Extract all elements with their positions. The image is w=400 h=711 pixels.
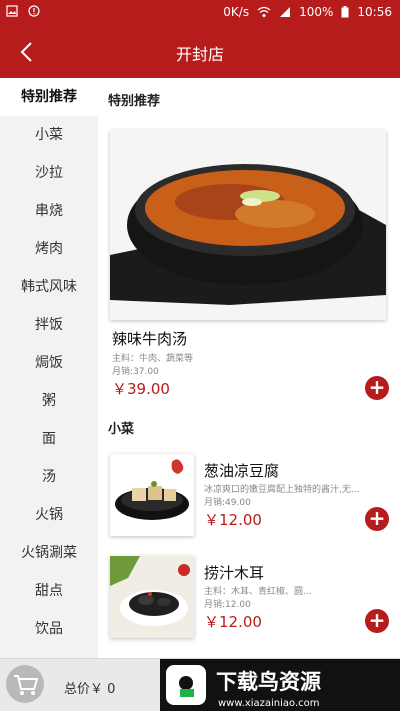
gallery-icon [6, 5, 18, 17]
sidebar-item-porridge[interactable]: 粥 [0, 382, 98, 420]
page-title: 开封店 [175, 45, 224, 64]
watermark-logo: 下载鸟资源 www.xiazainiao.com [160, 659, 400, 711]
dish-price: ￥12.00 [204, 511, 262, 529]
clock: 10:56 [357, 5, 392, 19]
sidebar-item-skewers[interactable]: 串烧 [0, 192, 98, 230]
plus-icon: + [368, 375, 386, 399]
total-price: 总价￥ 0 [64, 682, 116, 697]
featured-item-name: 辣味牛肉汤 [112, 330, 188, 348]
wifi-icon [257, 6, 271, 17]
spicy-beef-soup-image [110, 130, 386, 320]
status-bar: 0K/s 100% 10:56 [0, 0, 400, 26]
brand-name: 下载鸟资源 [216, 670, 321, 694]
sidebar-item-noodles[interactable]: 面 [0, 420, 98, 458]
featured-item-price: ￥39.00 [112, 380, 170, 398]
featured-item-ingredients: 主料：牛肉、蔬菜等 [112, 354, 194, 364]
plus-icon: + [368, 506, 386, 530]
add-to-cart-button[interactable]: + [365, 376, 389, 400]
cart-bar: 总价￥ 0 下载鸟资源 www.xiazainiao.com [0, 658, 400, 711]
network-speed: 0K/s [223, 5, 250, 19]
sidebar-item-soup[interactable]: 汤 [0, 458, 98, 496]
add-to-cart-button[interactable]: + [365, 609, 389, 633]
add-to-cart-button[interactable]: + [365, 507, 389, 531]
featured-dish-image[interactable] [110, 130, 386, 320]
dish-name: 葱油凉豆腐 [204, 462, 280, 480]
category-sidebar: 特别推荐 小菜 沙拉 串烧 烤肉 韩式风味 拌饭 焗饭 粥 面 汤 火锅 火锅涮… [0, 78, 98, 658]
shopping-cart-icon [14, 675, 39, 695]
signal-icon [280, 7, 291, 17]
alert-icon [28, 5, 40, 17]
section-title-featured: 特别推荐 [108, 94, 161, 109]
dish-description: 冰凉爽口的嫩豆腐配上独特的酱汁,无... [204, 485, 360, 495]
featured-item-sales: 月销:37.00 [112, 367, 159, 377]
sidebar-item-desserts[interactable]: 甜点 [0, 572, 98, 610]
dish-image-tofu[interactable] [110, 454, 194, 536]
dish-sales: 月销:49.00 [204, 498, 251, 508]
sidebar-item-bibimbap[interactable]: 拌饭 [0, 306, 98, 344]
dish-image-wood-ear[interactable] [110, 556, 194, 638]
tofu-dish-image [110, 454, 194, 536]
wood-ear-dish-image [110, 556, 194, 638]
section-title-side-dishes: 小菜 [108, 422, 135, 437]
dish-description: 主料：木耳、青红椒、圆... [204, 587, 312, 597]
sidebar-item-hotpot-sides[interactable]: 火锅涮菜 [0, 534, 98, 572]
cart-button[interactable] [6, 665, 44, 703]
sidebar-item-hotpot[interactable]: 火锅 [0, 496, 98, 534]
sidebar-item-bbq[interactable]: 烤肉 [0, 230, 98, 268]
sidebar-item-drinks[interactable]: 饮品 [0, 610, 98, 648]
battery-icon [341, 6, 349, 18]
battery-level: 100% [299, 5, 334, 19]
dish-name: 捞汁木耳 [204, 564, 265, 582]
dish-price: ￥12.00 [204, 613, 262, 631]
dish-sales: 月销:12.00 [204, 600, 251, 610]
sidebar-item-korean[interactable]: 韩式风味 [0, 268, 98, 306]
app-header: 开封店 [0, 26, 400, 78]
menu-content: 特别推荐 辣味牛肉汤 主料：牛肉、蔬菜等 月销:37.00 ￥39.00 + 小… [98, 78, 400, 658]
sidebar-item-side-dishes[interactable]: 小菜 [0, 116, 98, 154]
sidebar-item-salad[interactable]: 沙拉 [0, 154, 98, 192]
sidebar-item-featured[interactable]: 特别推荐 [0, 78, 98, 116]
sidebar-item-baked-rice[interactable]: 焗饭 [0, 344, 98, 382]
brand-url: www.xiazainiao.com [218, 698, 320, 709]
plus-icon: + [368, 608, 386, 632]
